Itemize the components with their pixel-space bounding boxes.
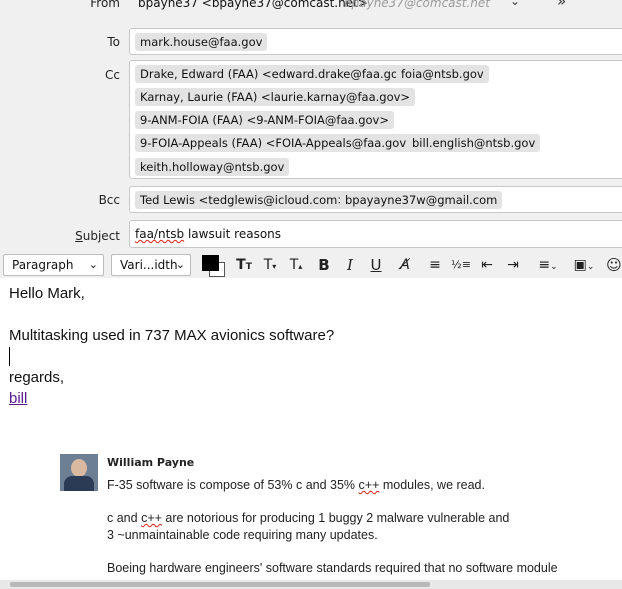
to-label: To [107, 35, 120, 49]
format-toolbar: Paragraph ⌄ Vari...idth ⌄ TT T▾ T▴ B I U… [0, 252, 622, 278]
subject-label: Subject [75, 229, 120, 243]
font-size-increase-icon[interactable]: T▴ [286, 255, 306, 275]
insert-image-icon[interactable]: ▣⌄ [569, 255, 599, 275]
bulleted-list-icon[interactable]: ≡ [425, 255, 445, 275]
clear-format-icon[interactable]: A̸ [395, 255, 415, 275]
outdent-icon[interactable]: ⇤ [477, 255, 497, 275]
cc-label: Cc [105, 68, 120, 82]
chevron-down-icon: ⌄ [175, 258, 185, 271]
align-icon[interactable]: ≡⌄ [533, 255, 563, 275]
italic-icon[interactable]: I [341, 255, 359, 275]
text-color-swatch [202, 255, 219, 271]
chevron-down-icon: ⌄ [88, 258, 98, 271]
recipient-pill[interactable]: 9-FOIA-Appeals (FAA) <FOIA-Appeals@faa.g… [135, 134, 421, 152]
paragraph-format-value: Paragraph [12, 258, 74, 272]
chevron-down-icon[interactable]: ⌄ [510, 0, 520, 8]
quoted-paragraph: Boeing hardware engineers' software stan… [107, 561, 558, 575]
bcc-field[interactable]: Ted Lewis <tedglewis@icloud.com> bpayayn… [129, 186, 622, 213]
recipient-pill[interactable]: bill.english@ntsb.gov [407, 134, 541, 152]
quoted-paragraph: 3 ~unmaintainable code requiring many up… [107, 528, 378, 542]
quoted-author: William Payne [107, 456, 195, 469]
from-identity-select[interactable]: bpayne37 <bpayne37@comcast.net> [138, 0, 368, 10]
author-avatar [60, 454, 98, 491]
body-line: Multitasking used in 737 MAX avionics so… [9, 327, 335, 344]
recipient-pill[interactable]: Drake, Edward (FAA) <edward.drake@faa.go… [135, 65, 420, 83]
indent-icon[interactable]: ⇥ [503, 255, 523, 275]
horizontal-scrollbar[interactable] [0, 580, 622, 589]
quoted-paragraph: F-35 software is compose of 53% c and 35… [107, 478, 485, 492]
signature-link[interactable]: bill [9, 390, 27, 407]
subject-text: faa/ntsb lawsuit reasons [135, 227, 282, 241]
bold-icon[interactable]: B [315, 255, 333, 275]
subject-input[interactable]: faa/ntsb lawsuit reasons [129, 220, 622, 248]
recipient-pill[interactable]: bpayayne37w@gmail.com [340, 191, 503, 209]
to-field[interactable]: mark.house@faa.gov [129, 28, 622, 55]
compose-header: From bpayne37 <bpayne37@comcast.net> bpa… [0, 0, 622, 252]
font-value: Vari...idth [120, 258, 178, 272]
text-color-button[interactable] [200, 253, 226, 277]
font-size-small-icon[interactable]: T▾ [260, 255, 280, 275]
greeting-line: Hello Mark, [9, 285, 85, 302]
recipient-pill[interactable]: mark.house@faa.gov [135, 33, 268, 51]
recipient-pill[interactable]: foia@ntsb.gov [396, 65, 489, 83]
emoji-icon[interactable]: ☺ [605, 255, 622, 275]
paragraph-format-select[interactable]: Paragraph ⌄ [3, 254, 104, 276]
text-caret [9, 347, 10, 366]
underline-icon[interactable]: U [367, 255, 385, 275]
closing-line: regards, [9, 369, 65, 386]
recipient-pill[interactable]: 9-ANM-FOIA (FAA) <9-ANM-FOIA@faa.gov> [135, 111, 394, 129]
recipient-pill[interactable]: Karnay, Laurie (FAA) <laurie.karnay@faa.… [135, 88, 416, 106]
numbered-list-icon[interactable]: ½≡ [451, 255, 471, 275]
message-body-editor[interactable]: Hello Mark, Multitasking used in 737 MAX… [0, 278, 622, 580]
bcc-label: Bcc [98, 193, 120, 207]
font-size-decrease-icon[interactable]: TT [234, 255, 254, 275]
from-label: From [90, 0, 120, 10]
recipient-pill[interactable]: Ted Lewis <tedglewis@icloud.com> [135, 191, 352, 209]
from-address-hint: bpayne37@comcast.net [344, 0, 490, 10]
cc-field[interactable]: Drake, Edward (FAA) <edward.drake@faa.go… [129, 60, 622, 179]
font-select[interactable]: Vari...idth ⌄ [111, 254, 191, 276]
more-recipients-icon[interactable]: » [557, 0, 566, 10]
scrollbar-thumb[interactable] [10, 582, 430, 587]
quoted-paragraph: c and c++ are notorious for producing 1 … [107, 511, 510, 525]
recipient-pill[interactable]: keith.holloway@ntsb.gov [135, 158, 290, 176]
